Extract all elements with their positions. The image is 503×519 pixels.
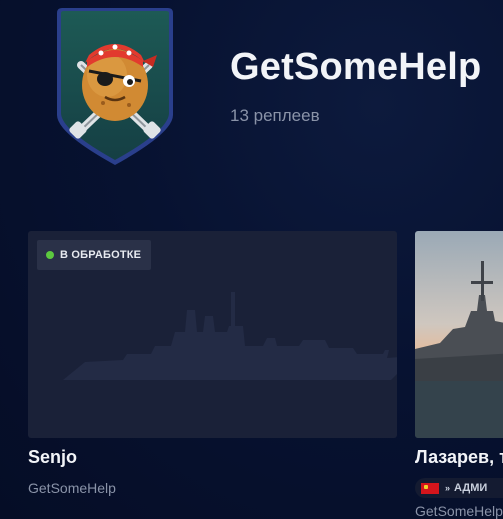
ship-silhouette-icon	[63, 292, 397, 380]
rank-chevrons-icon: »	[445, 483, 450, 493]
player-tag-label: АДМИ	[454, 482, 488, 494]
replay-thumbnail[interactable]	[415, 231, 503, 438]
replay-author[interactable]: GetSomeHelp	[415, 503, 503, 519]
player-tags: » АДМИ	[415, 478, 503, 498]
replays-count: 13 реплеев	[230, 106, 320, 125]
clan-name: GetSomeHelp	[230, 46, 482, 88]
status-label: В ОБРАБОТКЕ	[60, 249, 142, 261]
replay-title[interactable]: Senjo	[28, 447, 77, 468]
replay-card[interactable]: В ОБРАБОТКЕ	[28, 231, 397, 438]
flag-icon	[421, 482, 439, 494]
status-dot-icon	[46, 251, 54, 259]
status-badge: В ОБРАБОТКЕ	[37, 240, 152, 270]
replay-author[interactable]: GetSomeHelp	[28, 480, 116, 496]
clan-emblem-icon	[45, 5, 185, 170]
replay-title[interactable]: Лазарев, т	[415, 447, 503, 468]
